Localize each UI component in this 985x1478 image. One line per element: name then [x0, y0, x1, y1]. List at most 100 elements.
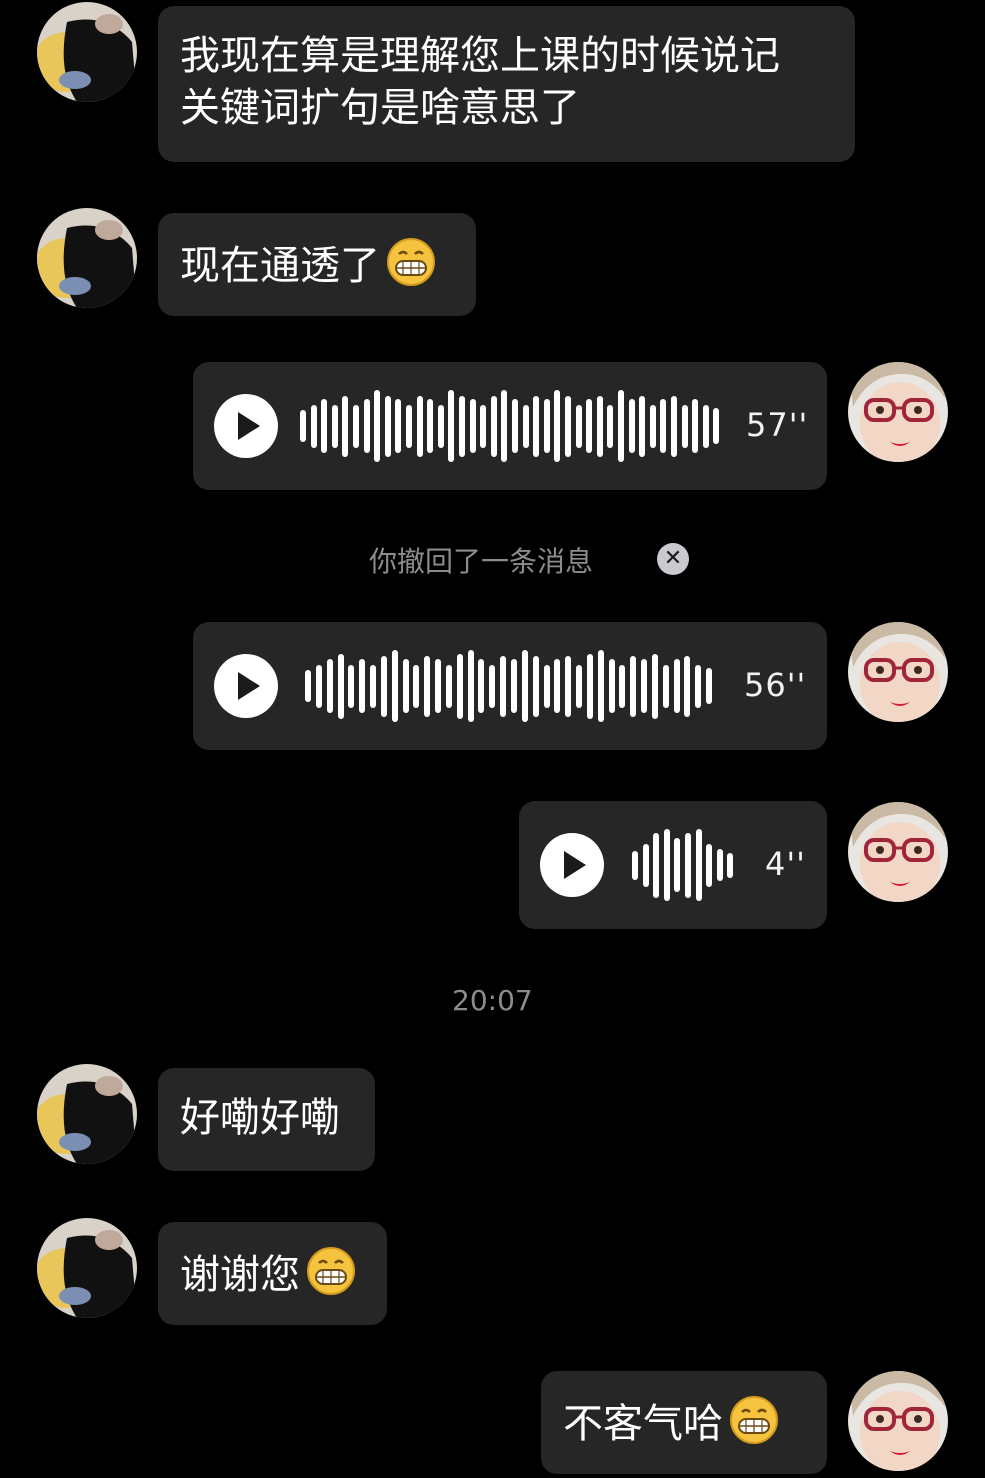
- recall-notice: 你撤回了一条消息: [369, 545, 594, 578]
- contact-avatar[interactable]: [37, 1064, 137, 1164]
- message-bubble-incoming[interactable]: 现在通透了: [158, 213, 476, 316]
- my-avatar[interactable]: [848, 622, 948, 722]
- waveform-bar: [628, 399, 635, 453]
- waveform-bar: [543, 399, 550, 453]
- waveform-bar: [543, 665, 550, 708]
- waveform-bar: [363, 399, 370, 453]
- waveform-bar: [586, 399, 593, 453]
- waveform-bar: [480, 405, 487, 448]
- avatar-image: [848, 802, 948, 902]
- waveform-bar: [706, 668, 713, 704]
- voice-message-bubble[interactable]: 4'': [519, 801, 827, 929]
- waveform-bar: [448, 390, 455, 462]
- waveform-bar: [727, 853, 734, 878]
- waveform-bar: [395, 399, 402, 453]
- message-text: 谢谢您: [180, 1252, 300, 1298]
- waveform-bar: [641, 659, 648, 713]
- waveform-bar: [348, 665, 355, 708]
- waveform-bar: [437, 405, 444, 448]
- waveform-bar: [695, 829, 702, 901]
- message-bubble-incoming[interactable]: 好嘞好嘞: [158, 1068, 375, 1171]
- contact-avatar[interactable]: [37, 1218, 137, 1318]
- voice-message-bubble[interactable]: 57'': [193, 362, 827, 490]
- waveform-bar: [337, 654, 344, 719]
- waveform-bar: [478, 659, 485, 713]
- my-avatar[interactable]: [848, 362, 948, 462]
- waveform-bar: [596, 396, 603, 457]
- avatar-image: [848, 1371, 948, 1471]
- grinning-face-icon: [306, 1246, 356, 1296]
- waveform-bar: [402, 659, 409, 713]
- waveform-bar: [456, 654, 463, 719]
- waveform-bar: [384, 396, 391, 457]
- close-icon[interactable]: ✕: [657, 543, 689, 575]
- waveform-bar: [639, 396, 646, 457]
- waveform-bar: [331, 405, 338, 448]
- waveform-bar: [565, 396, 571, 457]
- waveform-bar: [608, 659, 615, 713]
- timestamp: 20:07: [452, 984, 533, 1017]
- waveform-bar: [353, 405, 359, 448]
- contact-avatar[interactable]: [37, 2, 137, 102]
- waveform-bar: [501, 390, 508, 462]
- waveform-bar: [359, 659, 366, 713]
- waveform-bar: [674, 838, 681, 892]
- message-bubble-incoming[interactable]: 谢谢您: [158, 1222, 387, 1325]
- waveform-bar: [522, 405, 529, 448]
- avatar-image: [37, 1064, 137, 1164]
- waveform-bar: [315, 665, 322, 708]
- waveform-bar: [424, 656, 431, 717]
- waveform-bar: [469, 399, 476, 453]
- waveform-bar: [692, 399, 699, 453]
- waveform-bar: [500, 656, 507, 717]
- play-icon[interactable]: [214, 654, 278, 718]
- voice-duration: 4'': [765, 845, 806, 883]
- voice-message-bubble[interactable]: 56'': [193, 622, 827, 750]
- waveform-bar: [370, 665, 377, 708]
- waveform-bar: [427, 399, 434, 453]
- waveform-bar: [533, 396, 540, 457]
- waveform-bar: [489, 665, 496, 708]
- waveform-bar: [576, 665, 583, 708]
- waveform-bar: [459, 396, 465, 457]
- waveform-bar: [435, 659, 442, 713]
- waveform-bar: [490, 396, 497, 457]
- waveform-bar: [416, 396, 423, 457]
- waveform-bar: [374, 390, 381, 462]
- voice-waveform: [305, 646, 717, 726]
- play-icon[interactable]: [214, 394, 278, 458]
- waveform-bar: [685, 833, 691, 898]
- message-bubble-incoming[interactable]: 我现在算是理解您上课的时候说记 关键词扩句是啥意思了: [158, 6, 855, 162]
- waveform-bar: [653, 833, 660, 898]
- grinning-face-icon: [729, 1395, 779, 1445]
- waveform-bar: [586, 654, 593, 719]
- waveform-bar: [521, 650, 528, 722]
- waveform-bar: [445, 665, 452, 708]
- play-icon[interactable]: [540, 833, 604, 897]
- contact-avatar[interactable]: [37, 208, 137, 308]
- waveform-bar: [716, 849, 723, 881]
- waveform-bar: [467, 650, 474, 722]
- voice-duration: 57'': [746, 406, 809, 444]
- avatar-image: [37, 208, 137, 308]
- my-avatar[interactable]: [848, 802, 948, 902]
- waveform-bar: [554, 659, 561, 713]
- waveform-bar: [713, 408, 720, 444]
- message-text: 现在通透了: [180, 243, 380, 289]
- waveform-bar: [706, 844, 713, 887]
- avatar-image: [848, 362, 948, 462]
- waveform-bar: [671, 396, 677, 457]
- message-bubble-outgoing[interactable]: 不客气哈: [541, 1371, 827, 1474]
- waveform-bar: [649, 405, 656, 448]
- waveform-bar: [651, 654, 658, 719]
- my-avatar[interactable]: [848, 1371, 948, 1471]
- message-text: 不客气哈: [563, 1401, 723, 1447]
- waveform-bar: [406, 405, 412, 448]
- waveform-bar: [305, 670, 311, 702]
- avatar-image: [37, 2, 137, 102]
- waveform-bar: [695, 665, 702, 708]
- waveform-bar: [618, 390, 624, 462]
- waveform-bar: [554, 390, 561, 462]
- waveform-bar: [662, 665, 669, 708]
- waveform-bar: [632, 851, 638, 880]
